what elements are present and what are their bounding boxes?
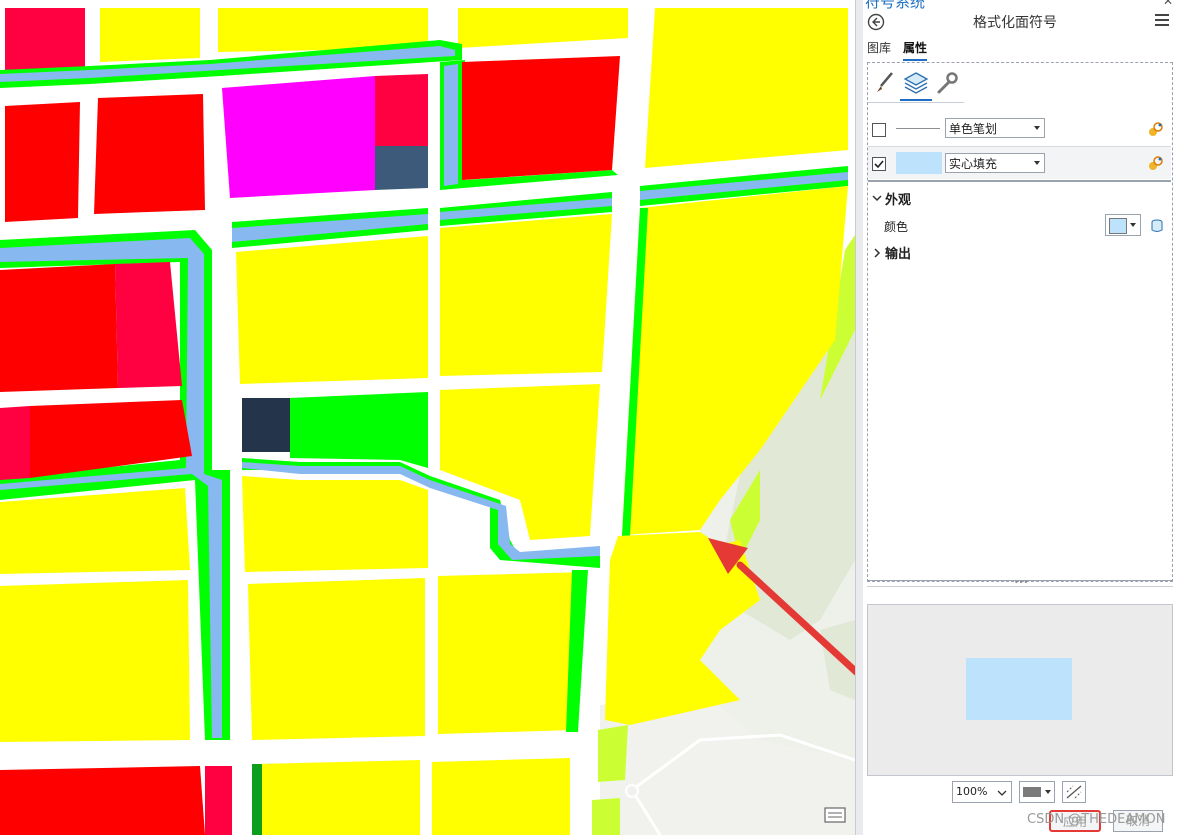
map-legend-icon[interactable] — [824, 806, 846, 824]
section-appearance[interactable]: 外观 — [885, 189, 911, 208]
resize-grip[interactable]: ••• — [867, 579, 1173, 587]
stroke-swatch — [896, 128, 940, 129]
pane-header-title: 符号系统 — [865, 0, 926, 11]
symbology-pane: 符号系统 ✕ 格式化面符号 图库 属性 单色笔划 实心填充 外观 颜色 输出 •… — [863, 0, 1179, 835]
map-view[interactable] — [0, 0, 1008, 835]
tab-properties[interactable]: 属性 — [903, 39, 928, 61]
back-icon[interactable] — [867, 13, 885, 31]
close-icon[interactable]: ✕ — [1163, 0, 1173, 8]
symbol-type-select[interactable]: 单色笔划 — [945, 118, 1045, 138]
symbol-type-value: 单色笔划 — [949, 122, 998, 136]
color-value-swatch — [1109, 218, 1127, 234]
chevron-right-icon[interactable] — [872, 247, 882, 261]
brush-icon[interactable] — [872, 70, 898, 96]
zoom-value: 100% — [956, 785, 988, 798]
fill-swatch — [896, 152, 942, 174]
color-label: 颜色 — [884, 220, 909, 234]
symbol-preview — [867, 604, 1173, 776]
transparency-toggle-icon[interactable] — [1062, 781, 1086, 803]
database-icon[interactable] — [1151, 219, 1163, 236]
tool-separator — [868, 102, 964, 103]
layer-options-icon[interactable] — [1147, 154, 1165, 172]
layer-visibility-checkbox[interactable] — [872, 123, 886, 137]
color-picker[interactable] — [1105, 214, 1141, 236]
symbol-type-select[interactable]: 实心填充 — [945, 153, 1045, 173]
row-divider — [868, 180, 1171, 182]
wrench-icon[interactable] — [934, 70, 960, 96]
layers-icon[interactable] — [903, 70, 929, 96]
zoom-select[interactable]: 100% — [952, 781, 1012, 803]
symbol-layer-row[interactable]: 实心填充 — [868, 147, 1171, 179]
menu-icon[interactable] — [1155, 14, 1169, 26]
layer-options-icon[interactable] — [1147, 120, 1165, 138]
symbol-layer-row[interactable]: 单色笔划 — [868, 113, 1171, 145]
layer-visibility-checkbox[interactable] — [872, 157, 886, 171]
chevron-down-icon[interactable] — [872, 192, 882, 206]
watermark: CSDN @THEDEAMON — [1027, 812, 1166, 827]
background-select[interactable] — [1019, 781, 1055, 803]
symbol-type-value: 实心填充 — [949, 157, 998, 171]
preview-swatch — [966, 658, 1072, 720]
active-tool-indicator — [900, 99, 932, 101]
background-swatch — [1023, 787, 1041, 797]
tab-gallery[interactable]: 图库 — [867, 39, 891, 59]
pane-title: 格式化面符号 — [973, 15, 1057, 31]
section-output[interactable]: 输出 — [885, 243, 911, 262]
